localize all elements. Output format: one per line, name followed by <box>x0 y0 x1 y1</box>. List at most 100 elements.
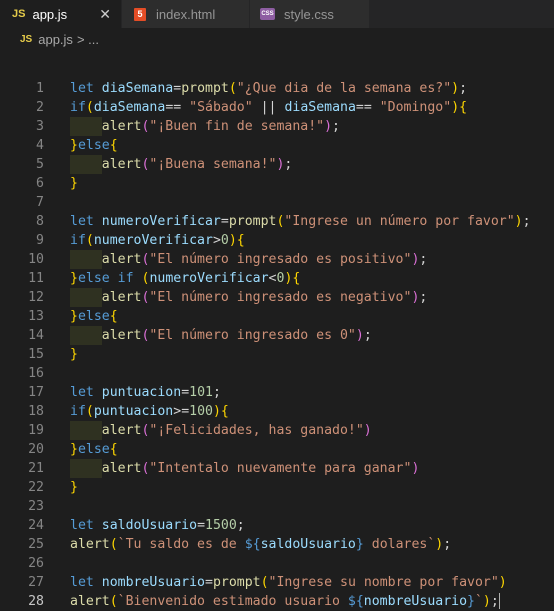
line-number: 15 <box>28 347 44 362</box>
code-line[interactable]: 6} <box>0 174 554 193</box>
code-token: ; <box>363 328 372 343</box>
code-line[interactable]: 20}else{ <box>0 440 554 459</box>
javascript-file-icon: JS <box>20 33 33 45</box>
code-line[interactable]: 7 <box>0 193 554 212</box>
code-line[interactable]: 9 if(numeroVerificar>0){ <box>0 231 554 250</box>
code-text: alert("¡Buen fin de semana!"); <box>70 117 340 136</box>
code-line[interactable]: 4}else{ <box>0 136 554 155</box>
code-token: numeroVerificar <box>93 233 213 248</box>
code-line[interactable]: 23 <box>0 497 554 516</box>
code-text: let nombreUsuario=prompt("Ingrese su nom… <box>70 573 507 592</box>
line-number: 9 <box>36 233 44 248</box>
code-line[interactable]: 27 let nombreUsuario=prompt("Ingrese su n… <box>0 573 554 592</box>
line-number: 11 <box>28 271 44 286</box>
code-line[interactable]: 13}else{ <box>0 307 554 326</box>
code-token: "El número ingresado es negativo" <box>149 290 412 305</box>
code-token: ) <box>482 594 491 609</box>
code-token: "¡Felicidades, has ganado!" <box>149 423 364 438</box>
breadcrumb-file[interactable]: app.js <box>38 32 73 47</box>
code-line[interactable]: 11 }else if (numeroVerificar<0){ <box>0 269 554 288</box>
tab-style-css[interactable]: CSS style.css <box>250 0 370 28</box>
code-line[interactable]: 17 let puntuacion=101; <box>0 383 554 402</box>
code-editor[interactable]: 1 let diaSemana=prompt("¿Que dia de la se… <box>0 79 554 611</box>
code-token: if <box>70 233 86 248</box>
line-number: 19 <box>28 423 44 438</box>
code-token: nombreUsuario <box>363 594 468 609</box>
line-number: 28 <box>28 594 44 609</box>
code-token: ; <box>419 252 428 267</box>
code-line[interactable]: 3 alert("¡Buen fin de semana!"); <box>0 117 554 136</box>
code-token: alert <box>101 119 142 134</box>
line-number: 21 <box>28 461 44 476</box>
line-number: 8 <box>36 214 44 229</box>
code-line[interactable]: 24 let saldoUsuario=1500; <box>0 516 554 535</box>
code-token: { <box>109 309 118 324</box>
code-token: ; <box>212 385 221 400</box>
code-token: } <box>355 537 364 552</box>
code-line[interactable]: 5 alert("¡Buena semana!"); <box>0 155 554 174</box>
code-token: ( <box>109 537 118 552</box>
line-number: 7 <box>36 195 44 210</box>
code-token: ${ <box>244 537 261 552</box>
code-text: alert("¡Buena semana!"); <box>70 155 292 174</box>
code-line[interactable]: 28 alert(`Bienvenido estimado usuario ${n… <box>0 592 554 611</box>
tab-app-js[interactable]: JS app.js ✕ <box>0 0 122 28</box>
code-token: alert <box>101 461 142 476</box>
code-token: = <box>220 214 229 229</box>
close-icon[interactable]: ✕ <box>99 6 111 23</box>
line-number: 14 <box>28 328 44 343</box>
code-token: prompt <box>212 575 261 590</box>
code-token: { <box>459 100 468 115</box>
code-line[interactable]: 26 <box>0 554 554 573</box>
line-number: 26 <box>28 556 44 571</box>
breadcrumb: JS app.js > ... <box>0 28 554 50</box>
code-text: let puntuacion=101; <box>70 383 221 402</box>
indent-guide <box>70 155 102 174</box>
code-line[interactable]: 15} <box>0 345 554 364</box>
code-text: alert("El número ingresado es positivo")… <box>70 250 427 269</box>
code-line[interactable]: 8 let numeroVerificar=prompt("Ingrese un … <box>0 212 554 231</box>
code-token: "Ingrese su nombre por favor" <box>268 575 499 590</box>
code-text: alert(`Bienvenido estimado usuario ${nom… <box>70 592 500 611</box>
code-token: ; <box>522 214 531 229</box>
code-token: alert <box>101 252 142 267</box>
code-token: } <box>70 138 78 153</box>
code-token: ${ <box>347 594 364 609</box>
code-line[interactable]: 19 alert("¡Felicidades, has ganado!") <box>0 421 554 440</box>
tab-label: style.css <box>284 6 334 22</box>
code-line[interactable]: 1 let diaSemana=prompt("¿Que dia de la se… <box>0 79 554 98</box>
code-token: ( <box>260 575 269 590</box>
code-line[interactable]: 21 alert("Intentalo nuevamente para gana… <box>0 459 554 478</box>
breadcrumb-separator[interactable]: > ... <box>77 32 99 47</box>
code-token: prompt <box>181 81 229 96</box>
code-token: } <box>70 480 78 495</box>
code-token: = <box>197 518 206 533</box>
tab-index-html[interactable]: 5 index.html <box>122 0 250 28</box>
indent-guide <box>70 288 102 307</box>
code-line[interactable]: 12 alert("El número ingresado es negativ… <box>0 288 554 307</box>
code-text: } <box>70 345 78 364</box>
code-text: }else{ <box>70 307 118 326</box>
code-line[interactable]: 14 alert("El número ingresado es 0"); <box>0 326 554 345</box>
line-number: 6 <box>36 176 44 191</box>
line-number: 2 <box>36 100 44 115</box>
code-token: ; <box>490 594 499 609</box>
code-text: }else if (numeroVerificar<0){ <box>70 269 300 288</box>
code-token: > <box>212 233 221 248</box>
code-token: alert <box>101 157 142 172</box>
code-line[interactable]: 10 alert("El número ingresado es positiv… <box>0 250 554 269</box>
code-token: puntuacion <box>101 385 182 400</box>
vertical-scrollbar[interactable] <box>548 50 554 596</box>
code-line[interactable]: 22} <box>0 478 554 497</box>
code-token: ) <box>514 214 523 229</box>
code-token: 0 <box>220 233 229 248</box>
code-token: "Sábado" <box>189 100 253 115</box>
code-line[interactable]: 25 alert(`Tu saldo es de ${saldoUsuario} … <box>0 535 554 554</box>
code-line[interactable]: 18 if(puntuacion>=100){ <box>0 402 554 421</box>
code-line[interactable]: 16 <box>0 364 554 383</box>
code-text: }else{ <box>70 440 118 459</box>
code-line[interactable]: 2 if(diaSemana== "Sábado" || diaSemana== … <box>0 98 554 117</box>
indent-guide <box>70 421 102 440</box>
code-token: ) <box>451 81 460 96</box>
